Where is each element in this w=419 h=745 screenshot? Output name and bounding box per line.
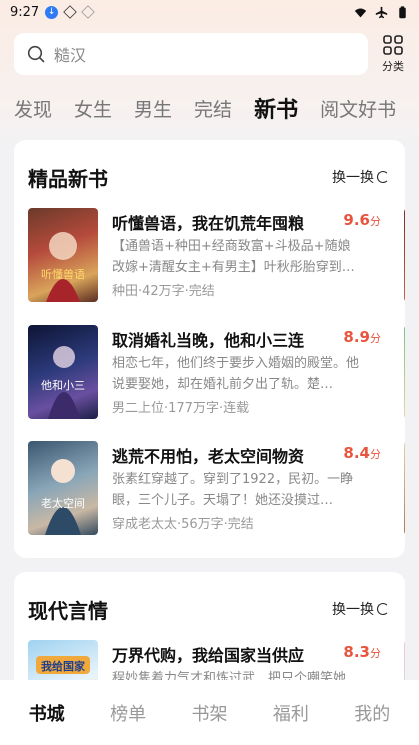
search-input[interactable]: 糙汉: [14, 33, 368, 75]
refresh-icon: [377, 171, 389, 183]
refresh-button[interactable]: 换一换: [332, 599, 389, 619]
nav-bookstore[interactable]: 书城: [29, 700, 65, 726]
book-cover: 听懂兽语: [28, 208, 98, 302]
book-item[interactable]: 老太空间 逃荒不用怕，老太空间物资 8.4分 张素红穿越了。穿到了1922，民初…: [28, 441, 405, 541]
book-score: 9.6分: [343, 211, 381, 229]
refresh-icon: [377, 603, 389, 615]
package-outline-icon: [81, 5, 95, 19]
book-title: 听懂兽语，我在饥荒年囤粮: [112, 214, 305, 233]
section-title: 精品新书: [28, 166, 108, 191]
nav-profile[interactable]: 我的: [354, 700, 390, 726]
next-book-cover-peek[interactable]: [404, 325, 405, 419]
category-label: 分类: [382, 60, 404, 73]
package-icon: [63, 5, 77, 19]
tab-yuewen-picks[interactable]: 阅文好书: [320, 95, 396, 122]
battery-icon: [399, 5, 406, 18]
section-premium-new-books: 精品新书 换一换 听懂兽语 听懂兽语，我在饥荒年囤粮 9.6分 【通兽语+种田+…: [14, 140, 405, 558]
book-score: 8.9分: [343, 328, 381, 346]
status-bar: 9:27 ↓: [0, 0, 419, 24]
bottom-navigation: 书城 榜单 书架 福利 我的: [0, 680, 419, 745]
next-book-cover-peek[interactable]: [404, 441, 405, 535]
book-meta: 种田·42万字·完结: [112, 284, 215, 299]
nav-bookshelf[interactable]: 书架: [191, 700, 227, 726]
nav-rankings[interactable]: 榜单: [110, 700, 146, 726]
book-cover: 老太空间: [28, 441, 98, 535]
category-button[interactable]: 分类: [378, 34, 408, 74]
tab-discover[interactable]: 发现: [14, 95, 52, 122]
book-item[interactable]: 听懂兽语 听懂兽语，我在饥荒年囤粮 9.6分 【通兽语+种田+经商致富+斗极品+…: [28, 208, 405, 308]
grid-icon: [383, 35, 403, 55]
refresh-button[interactable]: 换一换: [332, 167, 389, 187]
book-title: 万界代购，我给国家当供应: [112, 646, 305, 665]
book-description: 相恋七年，他们终于要步入婚姻的殿堂。他说要娶她，却在婚礼前夕出了轨。楚…: [112, 356, 360, 392]
next-book-cover-peek[interactable]: [404, 208, 405, 302]
search-row: 糙汉 分类: [14, 30, 409, 78]
book-meta: 男二上位·177万字·连载: [112, 401, 250, 416]
book-score: 8.3分: [343, 643, 381, 661]
wifi-icon: [354, 7, 367, 17]
refresh-label: 换一换: [332, 602, 374, 618]
section-title: 现代言情: [28, 598, 108, 623]
airplane-icon: [375, 6, 388, 18]
search-placeholder: 糙汉: [54, 46, 87, 65]
book-meta: 穿成老太太·56万字·完结: [112, 517, 254, 532]
status-time: 9:27: [10, 4, 40, 20]
book-title: 逃荒不用怕，老太空间物资: [112, 447, 305, 466]
book-description: 张素红穿越了。穿到了1922，民初。一睁眼，三个儿子。天塌了！她还没摸过…: [112, 472, 354, 508]
tab-male[interactable]: 男生: [134, 95, 172, 122]
tab-finished[interactable]: 完结: [194, 95, 232, 122]
cover-title-text: 他和小三: [41, 379, 85, 392]
cover-title-text: 老太空间: [41, 496, 85, 510]
download-icon: ↓: [45, 5, 59, 19]
book-title: 取消婚礼当晚，他和小三连: [112, 331, 305, 350]
book-item[interactable]: 他和小三 取消婚礼当晚，他和小三连 8.9分 相恋七年，他们终于要步入婚姻的殿堂…: [28, 325, 405, 425]
channel-tabs: 发现 女生 男生 完结 新书 阅文好书: [14, 88, 418, 128]
book-description: 【通兽语+种田+经商致富+斗极品+随娘改嫁+清醒女主+有男主】叶秋彤胎穿到…: [112, 239, 355, 275]
book-cover: 他和小三: [28, 325, 98, 419]
cover-title-text: 听懂兽语: [41, 267, 85, 281]
search-icon: [26, 44, 46, 64]
book-score: 8.4分: [343, 444, 381, 462]
nav-rewards[interactable]: 福利: [273, 700, 309, 726]
refresh-label: 换一换: [332, 170, 374, 186]
tab-new-books[interactable]: 新书: [254, 92, 298, 124]
tab-female[interactable]: 女生: [74, 95, 112, 122]
cover-title-text: 我给国家: [41, 659, 86, 673]
